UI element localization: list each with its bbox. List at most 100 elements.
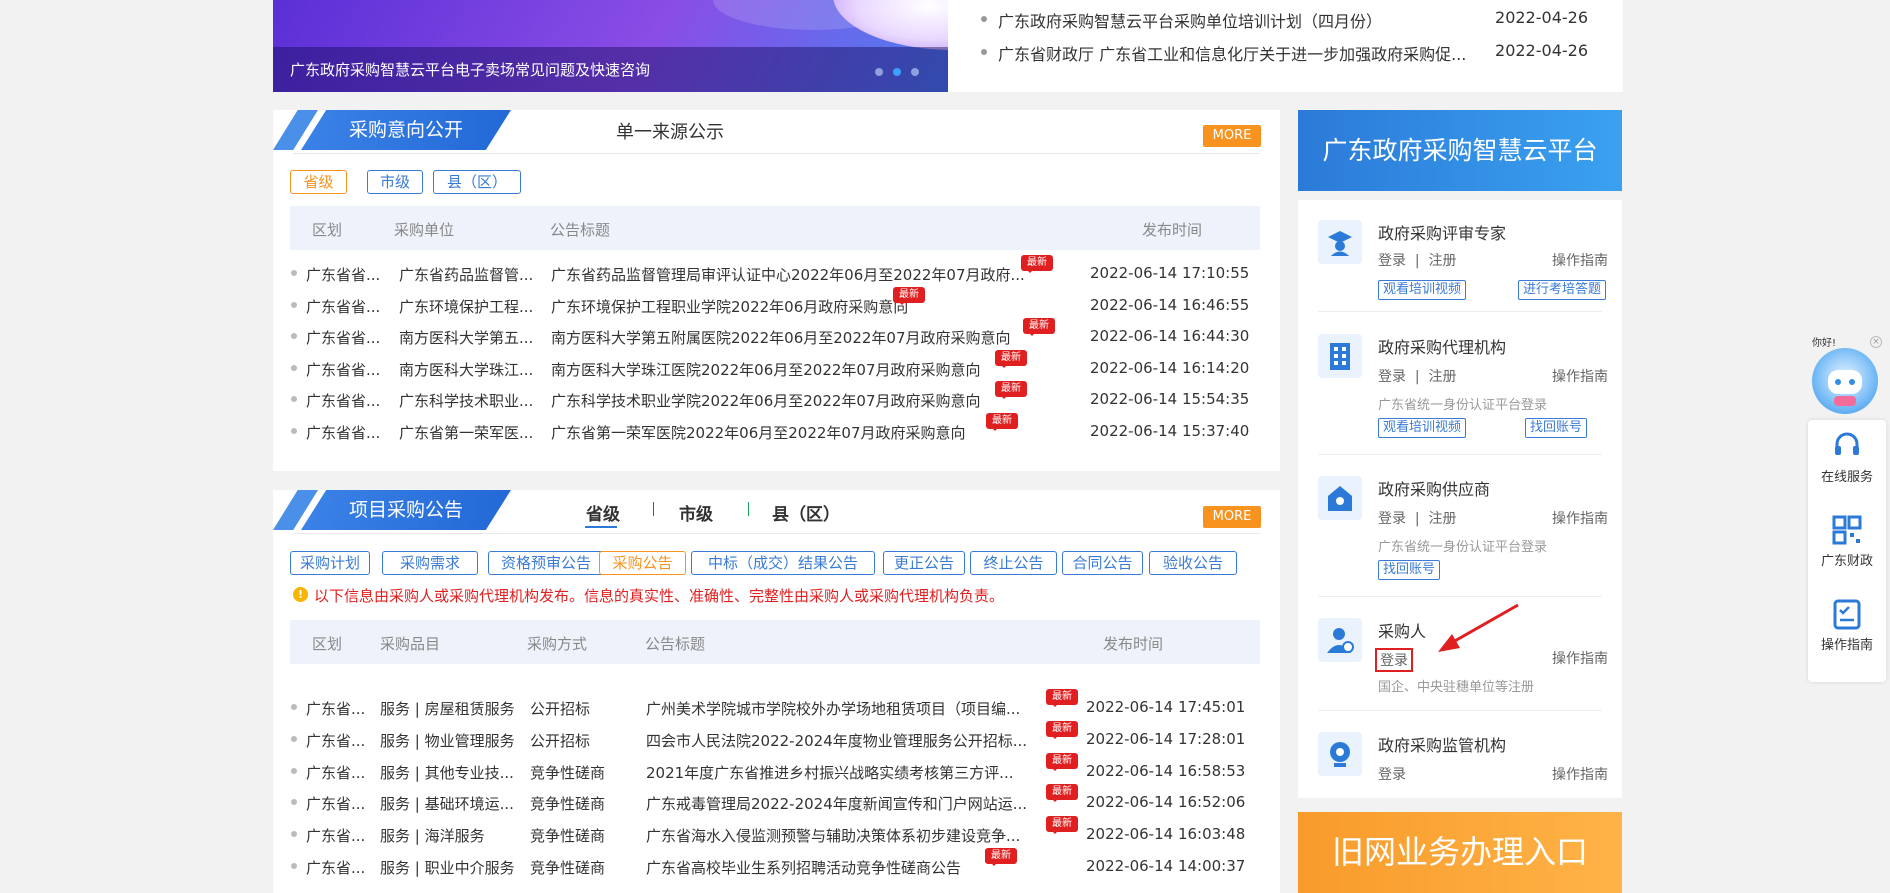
level-province[interactable]: 省级 — [290, 170, 347, 194]
register-link[interactable]: 注册 — [1429, 253, 1457, 269]
new-badge: 最新 — [1046, 816, 1078, 835]
training-video-button[interactable]: 观看培训视频 — [1378, 280, 1467, 300]
login-link[interactable]: 登录 — [1378, 511, 1406, 527]
banner-carousel[interactable]: 广东政府采购智慧云平台电子卖场常见问题及快速咨询 — [273, 0, 948, 92]
graduate-icon — [1318, 220, 1362, 264]
cell-region: 广东省... — [306, 700, 366, 718]
tab-single-source[interactable]: 单一来源公示 — [616, 118, 724, 144]
purchaser-login-link[interactable]: 登录 — [1375, 648, 1413, 672]
robot-assistant-icon[interactable] — [1812, 348, 1878, 414]
close-icon[interactable]: × — [1870, 336, 1882, 348]
banner-caption[interactable]: 广东政府采购智慧云平台电子卖场常见问题及快速咨询 — [290, 59, 650, 80]
old-site-entry[interactable]: 旧网业务办理入口 — [1298, 812, 1622, 893]
training-video-button[interactable]: 观看培训视频 — [1378, 418, 1467, 438]
cell-title[interactable]: 广东省第一荣军医院2022年06月至2022年07月政府采购意向 — [551, 422, 1031, 443]
table-row[interactable]: 广东省... 服务 | 物业管理服务 公开招标 四会市人民法院2022-2024年度物… — [273, 720, 1263, 754]
recover-account-button[interactable]: 找回账号 — [1378, 560, 1441, 580]
news-date: 2022-04-26 — [1495, 41, 1588, 60]
cell-title[interactable]: 广东省药品监督管理局审评认证中心2022年06月至2022年07月政府... — [551, 264, 1031, 285]
recover-account-button[interactable]: 找回账号 — [1525, 418, 1588, 438]
tab-project-announcement[interactable]: 项目采购公告 — [301, 490, 511, 530]
divider — [1318, 710, 1602, 711]
category-chip[interactable]: 终止公告 — [970, 551, 1057, 575]
table-row[interactable]: 广东省... 服务 | 基础环境运... 竞争性磋商 广东戒毒管理局2022-2024… — [273, 784, 1263, 817]
guide-link[interactable]: 操作指南 — [1552, 648, 1608, 668]
table-row[interactable]: 广东省省... 广东环境保护工程... 广东环境保护工程职业学院2022年06月政府… — [273, 286, 1263, 320]
operation-guide-label: 操作指南 — [1820, 638, 1873, 653]
online-service-button[interactable]: 在线服务 — [1808, 430, 1886, 485]
page: 广东政府采购智慧云平台电子卖场常见问题及快速咨询 广东政府采购智慧云平台采购单位… — [0, 0, 1890, 893]
cell-method: 竞争性磋商 — [530, 795, 606, 814]
category-chip[interactable]: 采购公告 — [599, 551, 686, 575]
table-row[interactable]: 广东省... 服务 | 房屋租赁服务 公开招标 广州美术学院城市学院校外办学场地租赁项… — [273, 689, 1263, 722]
carousel-dot-active[interactable] — [893, 68, 901, 76]
category-chip[interactable]: 采购需求 — [382, 551, 478, 575]
cell-title[interactable]: 广东科学技术职业学院2022年06月至2022年07月政府采购意向 — [551, 390, 1031, 411]
tab-level-county[interactable]: 县（区） — [772, 500, 840, 525]
category-chip[interactable]: 合同公告 — [1062, 551, 1143, 575]
cell-title[interactable]: 广东戒毒管理局2022-2024年度新闻宣传和门户网站运... — [646, 793, 1040, 814]
table-row[interactable]: 广东省省... 南方医科大学珠江... 南方医科大学珠江医院2022年06月至202… — [273, 349, 1263, 383]
exam-button[interactable]: 进行考培答题 — [1518, 280, 1607, 300]
table-row[interactable]: 广东省... 服务 | 其他专业技... 竞争性磋商 2021年度广东省推进乡村振兴战… — [273, 752, 1263, 786]
guide-link[interactable]: 操作指南 — [1552, 508, 1608, 528]
register-link[interactable]: 注册 — [1429, 511, 1457, 527]
cell-title[interactable]: 广东省高校毕业生系列招聘活动竞争性磋商公告 — [646, 857, 1040, 878]
category-chip[interactable]: 中标（成交）结果公告 — [691, 551, 875, 575]
level-county[interactable]: 县（区） — [433, 170, 521, 194]
guide-link[interactable]: 操作指南 — [1552, 764, 1608, 784]
news-title[interactable]: 广东政府采购智慧云平台采购单位培训计划（四月份） — [998, 12, 1382, 31]
tab-level-city[interactable]: 市级 — [679, 500, 713, 525]
guangdong-finance-button[interactable]: 广东财政 — [1808, 514, 1886, 569]
category-chip[interactable]: 资格预审公告 — [488, 551, 604, 575]
cell-item: 服务 | 物业管理服务 — [380, 731, 515, 750]
news-title[interactable]: 广东省财政厅 广东省工业和信息化厅关于进一步加强政府采购促... — [998, 45, 1466, 64]
table-row[interactable]: 广东省... 服务 | 海洋服务 竞争性磋商 广东省海水入侵监测预警与辅助决策体系初步… — [273, 816, 1263, 849]
operation-guide-button[interactable]: 操作指南 — [1808, 598, 1886, 653]
cell-title[interactable]: 南方医科大学第五附属医院2022年06月至2022年07月政府采购意向 — [551, 327, 1031, 348]
warning-icon: ! — [293, 587, 308, 602]
role-links: 登录 | 注册 — [1378, 369, 1457, 385]
col-title: 公告标题 — [550, 221, 611, 239]
platform-banner[interactable]: 广东政府采购智慧云平台 — [1298, 110, 1622, 191]
cell-title[interactable]: 2021年度广东省推进乡村振兴战略实绩考核第三方评... — [646, 762, 1040, 783]
carousel-dot[interactable] — [875, 68, 883, 76]
table-row[interactable]: 广东省省... 南方医科大学第五... 南方医科大学第五附属医院2022年06月至2… — [273, 318, 1263, 351]
login-link[interactable]: 登录 — [1378, 764, 1406, 784]
more-button[interactable]: MORE — [1203, 506, 1261, 528]
carousel-dot[interactable] — [911, 68, 919, 76]
floating-toolbar: 在线服务 广东财政 操作指南 — [1808, 420, 1886, 682]
login-link[interactable]: 登录 — [1378, 369, 1406, 385]
cell-title[interactable]: 四会市人民法院2022-2024年度物业管理服务公开招标... — [646, 730, 1040, 751]
table-row[interactable]: 广东省省... 广东省药品监督管... 广东省药品监督管理局审评认证中心2022年0… — [273, 255, 1263, 288]
cell-title[interactable]: 广东环境保护工程职业学院2022年06月政府采购意向 — [551, 296, 1031, 317]
category-chip[interactable]: 更正公告 — [883, 551, 965, 575]
guide-link[interactable]: 操作指南 — [1552, 250, 1608, 270]
cell-time: 2022-06-14 16:52:06 — [1086, 793, 1246, 812]
cell-unit: 南方医科大学珠江... — [399, 360, 534, 379]
category-chip[interactable]: 验收公告 — [1149, 551, 1237, 575]
table-row[interactable]: 广东省省... 广东省第一荣军医... 广东省第一荣军医院2022年06月至2022… — [273, 412, 1263, 446]
tab-level-province[interactable]: 省级 — [586, 500, 620, 525]
new-badge: 最新 — [1046, 784, 1078, 803]
cell-region: 广东省省... — [306, 360, 380, 379]
cell-region: 广东省省... — [306, 297, 380, 316]
guide-link[interactable]: 操作指南 — [1552, 366, 1608, 386]
cell-region: 广东省省... — [306, 392, 380, 410]
cell-title[interactable]: 广东省海水入侵监测预警与辅助决策体系初步建设竞争... — [646, 825, 1040, 846]
news-item[interactable]: 广东政府采购智慧云平台采购单位培训计划（四月份） — [981, 8, 1382, 32]
col-unit: 采购单位 — [394, 221, 455, 239]
more-button[interactable]: MORE — [1203, 125, 1261, 147]
table-row[interactable]: 广东省省... 广东科学技术职业... 广东科学技术职业学院2022年06月至202… — [273, 381, 1263, 414]
cell-title[interactable]: 南方医科大学珠江医院2022年06月至2022年07月政府采购意向 — [551, 359, 1031, 380]
register-link[interactable]: 注册 — [1429, 369, 1457, 385]
cell-item: 服务 | 其他专业技... — [380, 763, 514, 782]
login-link[interactable]: 登录 — [1378, 253, 1406, 269]
cell-title[interactable]: 广州美术学院城市学院校外办学场地租赁项目（项目编... — [646, 698, 1040, 719]
tab-procurement-intent[interactable]: 采购意向公开 — [301, 110, 511, 150]
level-city[interactable]: 市级 — [367, 170, 423, 194]
cell-time: 2022-06-14 17:10:55 — [1090, 264, 1250, 282]
table-row[interactable]: 广东省... 服务 | 职业中介服务 竞争性磋商 广东省高校毕业生系列招聘活动竞争性磋… — [273, 848, 1263, 881]
category-chip[interactable]: 采购计划 — [290, 551, 370, 575]
news-item[interactable]: 广东省财政厅 广东省工业和信息化厅关于进一步加强政府采购促... — [981, 41, 1466, 65]
